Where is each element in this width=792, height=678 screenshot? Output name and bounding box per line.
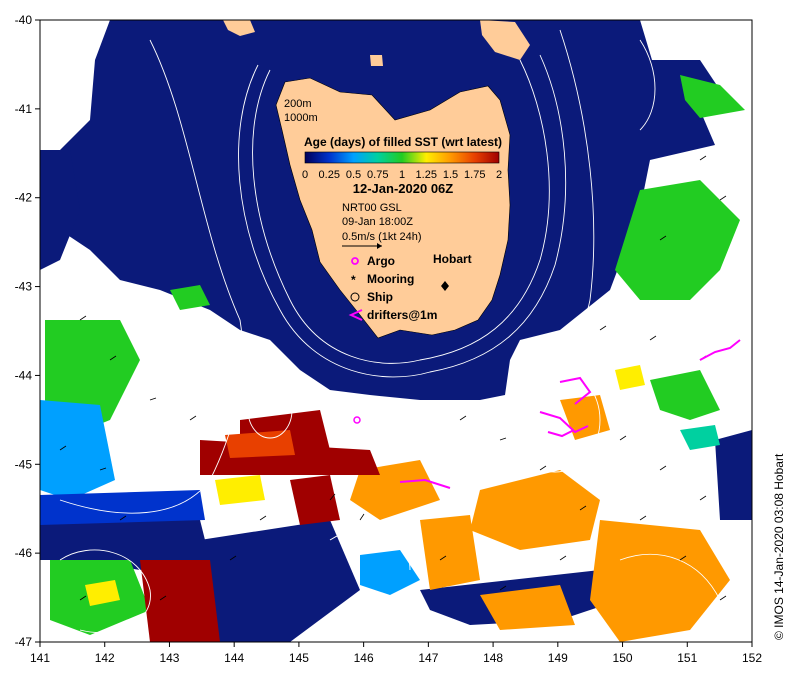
sst-age-1-75-central (225, 430, 295, 458)
source-label: NRT00 GSL (342, 202, 402, 214)
colorbar-title: Age (days) of filled SST (wrt latest) (304, 135, 502, 149)
y-tick-label: -45 (15, 457, 33, 471)
y-tick-label: -40 (15, 13, 33, 27)
y-tick-label: -47 (15, 635, 33, 649)
colorbar-tick-label: 0.5 (346, 169, 361, 181)
colorbar-tick-label: 1 (399, 169, 405, 181)
legend-argo-label: Argo (367, 254, 395, 268)
colorbar-tick-label: 0.25 (319, 169, 340, 181)
sst-age-1-5-southmid (420, 515, 480, 590)
x-tick-label: 143 (159, 651, 179, 665)
x-tick-label: 148 (483, 651, 503, 665)
x-tick-label: 141 (30, 651, 50, 665)
y-tick-label: -44 (15, 368, 33, 382)
scale-label: 0.5m/s (1kt 24h) (342, 231, 421, 243)
x-tick-label: 147 (418, 651, 438, 665)
sst-age-1-25-patch-c (215, 475, 265, 505)
map-plot-area (40, 20, 752, 642)
colorbar (304, 151, 500, 164)
isobath-label-1000m: 1000m (284, 112, 318, 124)
x-tick-label: 144 (224, 651, 244, 665)
colorbar-tick-label: 0.75 (367, 169, 388, 181)
colorbar-tick-label: 0 (302, 169, 308, 181)
credit-text: © IMOS 14-Jan-2020 03:08 Hobart (772, 453, 786, 640)
y-tick-label: -42 (15, 191, 33, 205)
sst-age-2-southwest (140, 560, 220, 642)
x-axis: 141 142 143 144 145 146 147 148 149 150 151 152 (30, 642, 762, 665)
isobath-label-200m: 200m (284, 98, 312, 110)
colorbar-ticks: 0 0.25 0.5 0.75 1 1.25 1.5 1.75 2 (302, 169, 502, 181)
y-axis: -40 -41 -42 -43 -44 -45 -46 -47 (15, 13, 40, 649)
colorbar-tick-label: 1.75 (464, 169, 485, 181)
place-label-hobart: Hobart (433, 252, 472, 266)
x-tick-label: 142 (95, 651, 115, 665)
sst-age-map: 141 142 143 144 145 146 147 148 149 150 151 152 -40… (15, 13, 786, 665)
sst-age-0-25-band (40, 490, 205, 525)
x-tick-label: 145 (289, 651, 309, 665)
ocean-east-edge (715, 430, 752, 520)
x-tick-label: 151 (677, 651, 697, 665)
y-tick-label: -43 (15, 280, 33, 294)
colorbar-tick-label: 2 (496, 169, 502, 181)
legend-ship-label: Ship (367, 290, 393, 304)
legend-drifter-label: drifters@1m (367, 308, 437, 322)
analysis-date: 12-Jan-2020 06Z (353, 181, 454, 196)
legend-mooring-label: Mooring (367, 272, 414, 286)
x-tick-label: 150 (613, 651, 633, 665)
small-island-north (370, 55, 383, 66)
y-tick-label: -46 (15, 546, 33, 560)
mooring-icon: * (351, 273, 356, 287)
colorbar-tick-label: 1.25 (416, 169, 437, 181)
x-tick-label: 146 (354, 651, 374, 665)
x-tick-label: 152 (742, 651, 762, 665)
x-tick-label: 149 (548, 651, 568, 665)
source-time: 09-Jan 18:00Z (342, 216, 413, 228)
colorbar-tick-label: 1.5 (443, 169, 458, 181)
y-tick-label: -41 (15, 102, 33, 116)
